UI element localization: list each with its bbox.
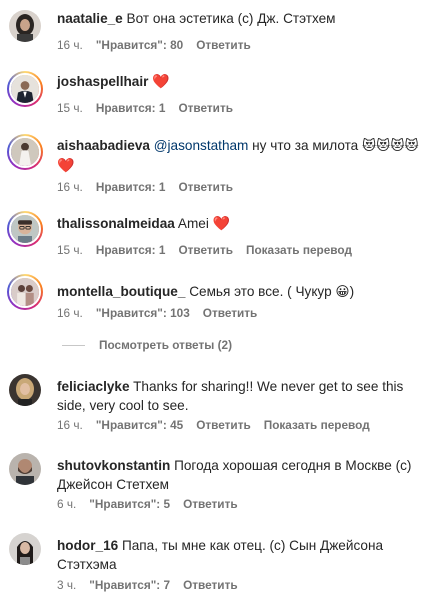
avatar[interactable]	[7, 71, 43, 107]
comment-text: joshaspellhair ❤️	[57, 72, 426, 92]
heart-emoji: ❤️	[57, 158, 75, 174]
comment-meta: 16 ч. "Нравится": 103 Ответить	[57, 306, 270, 320]
reply-button[interactable]: Ответить	[196, 38, 251, 52]
comment-message: Погода хорошая сегодня в Москве (с)	[174, 458, 412, 473]
comment-message-line2: Стэтхэма	[57, 557, 117, 572]
heart-emoji: ❤️	[212, 216, 231, 232]
comment-time: 16 ч.	[57, 180, 83, 194]
avatar[interactable]	[9, 374, 41, 406]
comment-meta: 16 ч. "Нравится": 45 Ответить Показать пере…	[57, 418, 383, 432]
comment-meta: 3 ч. "Нравится": 7 Ответить	[57, 578, 251, 592]
comment-message-end: )	[349, 284, 355, 299]
comment-message: Вот она эстетика (с) Дж. Стэтхем	[126, 11, 336, 26]
view-replies-label: Посмотреть ответы (2)	[99, 338, 233, 352]
comment-time: 16 ч.	[57, 418, 83, 432]
comment-message: Семья это все. ( Чукур	[189, 284, 332, 299]
comment-username[interactable]: joshaspellhair	[57, 74, 148, 89]
comment-time: 15 ч.	[57, 243, 83, 257]
comment-text: feliciaclyke Thanks for sharing!! We nev…	[57, 377, 426, 415]
reply-button[interactable]: Ответить	[183, 497, 238, 511]
avatar-woman-white-dress-icon	[11, 138, 39, 166]
view-replies-button[interactable]: Посмотреть ответы (2)	[62, 338, 232, 352]
comment-meta: 15 ч. Нравится: 1 Ответить	[57, 101, 246, 115]
comment-username[interactable]: naatalie_e	[57, 11, 123, 26]
avatar[interactable]	[9, 533, 41, 565]
avatar[interactable]	[7, 211, 43, 247]
likes-count[interactable]: Нравится: 1	[96, 101, 166, 115]
comment-text: shutovkonstantin Погода хорошая сегодня …	[57, 456, 426, 494]
comment-message-line2: Джейсон Стетхем	[57, 477, 170, 492]
likes-count[interactable]: "Нравится": 45	[96, 418, 183, 432]
comment-text: montella_boutique_ Семья это все. ( Чуку…	[57, 282, 426, 302]
comment-message: Amei	[177, 216, 209, 231]
comment-text: aishaabadieva @jasonstatham ну что за ми…	[57, 136, 426, 176]
avatar-woman-long-hair-icon	[9, 533, 41, 565]
likes-count[interactable]: "Нравится": 80	[96, 38, 183, 52]
comment-username[interactable]: hodor_16	[57, 538, 118, 553]
heart-emoji: ❤️	[152, 74, 170, 90]
reply-button[interactable]: Ответить	[178, 243, 233, 257]
avatar-man-beard-icon	[9, 453, 41, 485]
avatar[interactable]	[9, 453, 41, 485]
comment-message: Thanks for sharing!! We never get to see…	[133, 379, 404, 394]
avatar[interactable]	[9, 10, 41, 42]
comment-username[interactable]: thalissonalmeidaa	[57, 216, 175, 231]
avatar[interactable]	[7, 134, 43, 170]
avatar-man-suit-icon	[11, 75, 39, 103]
replies-divider	[62, 345, 85, 347]
comment-username[interactable]: aishaabadieva	[57, 138, 150, 153]
reply-button[interactable]: Ответить	[183, 578, 238, 592]
likes-count[interactable]: Нравится: 1	[96, 243, 166, 257]
comment-time: 15 ч.	[57, 101, 83, 115]
comment-message: ну что за милота	[252, 138, 359, 153]
cat-emoji: 😻😻😻😻	[362, 138, 419, 154]
avatar-boutique-icon	[11, 278, 39, 306]
show-translation-button[interactable]: Показать перевод	[246, 243, 352, 257]
comment-time: 16 ч.	[57, 38, 83, 52]
likes-count[interactable]: Нравится: 1	[96, 180, 166, 194]
comment-meta: 15 ч. Нравится: 1 Ответить Показать перевод	[57, 243, 365, 257]
comment-username[interactable]: feliciaclyke	[57, 379, 130, 394]
reply-button[interactable]: Ответить	[178, 180, 233, 194]
reply-button[interactable]: Ответить	[196, 418, 251, 432]
likes-count[interactable]: "Нравится": 103	[96, 306, 190, 320]
comment-text: hodor_16 Папа, ты мне как отец. (с) Сын …	[57, 536, 426, 574]
comment-message: Папа, ты мне как отец. (с) Сын Джейсона	[121, 538, 384, 553]
comment-message-line2: side, very cool to see.	[57, 398, 189, 413]
comment-text: naatalie_e Вот она эстетика (с) Дж. Стэт…	[57, 9, 426, 28]
avatar-woman-blonde-icon	[9, 374, 41, 406]
comment-time: 6 ч.	[57, 497, 77, 511]
smile-emoji: 😀	[335, 284, 350, 300]
comment-username[interactable]: shutovkonstantin	[57, 458, 170, 473]
avatar-man-glasses-icon	[11, 215, 39, 243]
reply-button[interactable]: Ответить	[178, 101, 233, 115]
comment-time: 16 ч.	[57, 306, 83, 320]
comment-time: 3 ч.	[57, 578, 77, 592]
likes-count[interactable]: "Нравится": 7	[89, 578, 170, 592]
comment-username[interactable]: montella_boutique_	[57, 284, 185, 299]
comment-meta: 6 ч. "Нравится": 5 Ответить	[57, 497, 251, 511]
comment-meta: 16 ч. Нравится: 1 Ответить	[57, 180, 246, 194]
reply-button[interactable]: Ответить	[203, 306, 258, 320]
likes-count[interactable]: "Нравится": 5	[89, 497, 170, 511]
avatar-woman-dark-hair-icon	[9, 10, 41, 42]
comment-meta: 16 ч. "Нравится": 80 Ответить	[57, 38, 264, 52]
comment-text: thalissonalmeidaa Amei ❤️	[57, 214, 426, 234]
avatar[interactable]	[7, 274, 43, 310]
mention-link[interactable]: @jasonstatham	[154, 138, 249, 153]
show-translation-button[interactable]: Показать перевод	[264, 418, 370, 432]
